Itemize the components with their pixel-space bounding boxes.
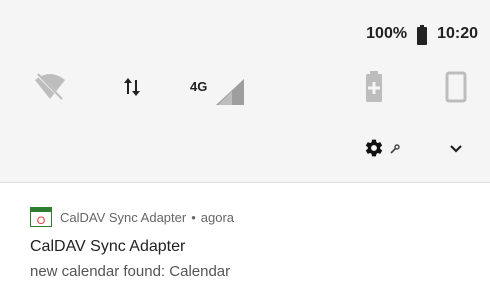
- auto-rotate-icon: [445, 71, 467, 108]
- notification-separator: •: [191, 209, 196, 225]
- data-transfer-icon: [120, 74, 144, 105]
- svg-text:O: O: [37, 215, 46, 227]
- notification-title: CalDAV Sync Adapter: [30, 238, 186, 255]
- battery-percentage: 100%: [366, 25, 408, 42]
- auto-rotate-tile[interactable]: [436, 64, 476, 114]
- status-right-group: 100% 10:20: [366, 25, 478, 45]
- chevron-down-icon: [449, 141, 463, 159]
- wifi-tile[interactable]: [30, 64, 70, 114]
- network-type-label: 4G: [190, 79, 208, 94]
- status-bar: 100% 10:20: [0, 0, 490, 62]
- battery-icon: [417, 25, 428, 45]
- mobile-signal-tile[interactable]: 4G: [188, 64, 248, 114]
- signal-4g-icon: 4G: [188, 69, 248, 109]
- settings-button[interactable]: [364, 138, 410, 162]
- calendar-app-icon: O: [29, 206, 53, 228]
- clock: 10:20: [437, 25, 478, 42]
- notification-text: new calendar found: Calendar: [30, 263, 231, 280]
- wrench-icon: [390, 141, 400, 159]
- expand-button[interactable]: [444, 138, 468, 162]
- quick-settings-row: 4G: [0, 64, 490, 114]
- battery-saver-tile[interactable]: [354, 64, 394, 114]
- notification-card[interactable]: O CalDAV Sync Adapter • agora CalDAV Syn…: [0, 183, 490, 285]
- notification-time: agora: [200, 209, 235, 225]
- battery-saver-icon: [364, 70, 384, 108]
- notification-header: O CalDAV Sync Adapter • agora: [29, 206, 235, 228]
- notification-app-name: CalDAV Sync Adapter: [60, 209, 187, 225]
- wifi-off-icon: [33, 72, 67, 107]
- data-tile[interactable]: [112, 64, 152, 114]
- gear-icon: [364, 138, 384, 163]
- shade-controls-row: [0, 132, 490, 168]
